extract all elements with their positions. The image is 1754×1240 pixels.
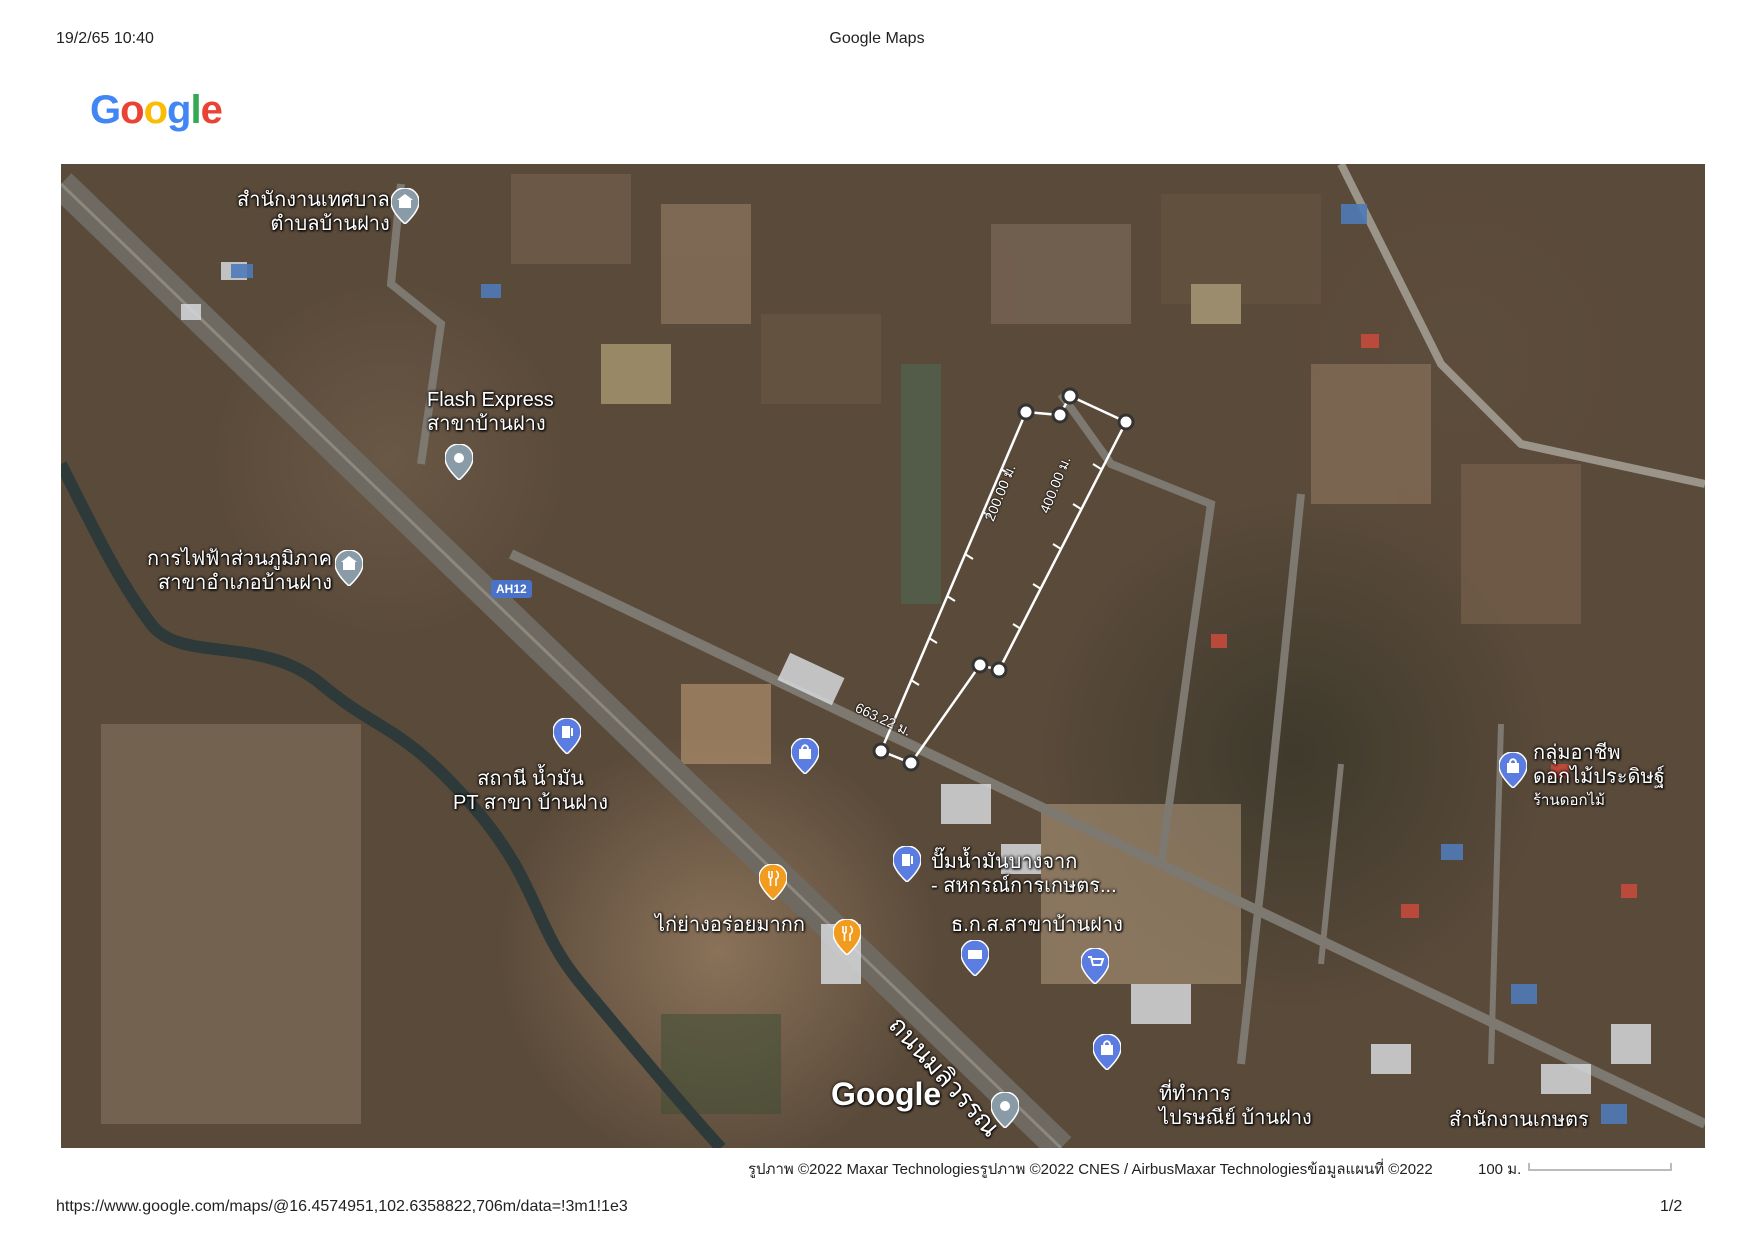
gas-station-pin-icon[interactable] [893, 846, 921, 882]
page-number: 1/2 [1660, 1198, 1683, 1215]
poi-label-agriculture-office[interactable]: สำนักงานเกษตร [1449, 1108, 1589, 1132]
location-pin-icon[interactable] [991, 1092, 1019, 1128]
shopping-pin-icon[interactable] [1093, 1034, 1121, 1070]
poi-label-post-office[interactable]: ที่ทำการ ไปรษณีย์ บ้านฝาง [1159, 1082, 1312, 1130]
poi-label-electricity-authority[interactable]: การไฟฟ้าส่วนภูมิภาค สาขาอำเภอบ้านฝาง [147, 547, 332, 595]
logo-letter: e [200, 88, 223, 132]
map-attribution: รูปภาพ ©2022 Maxar Technologiesรูปภาพ ©2… [748, 1161, 1433, 1178]
poi-label-baac-branch[interactable]: ธ.ก.ส.สาขาบ้านฝาง [951, 913, 1123, 937]
government-pin-icon[interactable] [335, 550, 363, 586]
google-logo: Google [90, 88, 223, 133]
scale-bar [1528, 1163, 1672, 1171]
poi-label-flower-group[interactable]: กลุ่มอาชีพ ดอกไม้ประดิษฐ์ [1533, 741, 1665, 789]
bank-pin-icon[interactable] [961, 940, 989, 976]
restaurant-pin-icon[interactable] [833, 919, 861, 955]
poi-label-flash-express[interactable]: Flash Express สาขาบ้านฝาง [427, 388, 554, 436]
shopping-cart-pin-icon[interactable] [1081, 948, 1109, 984]
print-title: Google Maps [829, 30, 925, 47]
logo-letter: g [167, 88, 191, 132]
map-watermark: Google [831, 1076, 942, 1112]
logo-letter: l [190, 88, 201, 132]
poi-label-pt-gas-station[interactable]: สถานี น้ำมัน PT สาขา บ้านฝาง [453, 767, 608, 815]
poi-label-chicken-restaurant[interactable]: ไก่ย่างอร่อยมากก [655, 913, 805, 937]
scale-label: 100 ม. [1478, 1161, 1522, 1178]
road-shield-ah12: AH12 [491, 580, 532, 598]
poi-sublabel-flower-shop: ร้านดอกไม้ [1533, 792, 1605, 809]
location-pin-icon[interactable] [445, 444, 473, 480]
logo-letter: o [143, 88, 168, 132]
restaurant-pin-icon[interactable] [759, 864, 787, 900]
satellite-map[interactable]: AH12 200.00 ม. 400.00 ม. 663.22 ม. สำนัก… [61, 164, 1705, 1148]
poi-label-municipal-office[interactable]: สำนักงานเทศบาล ตำบลบ้านฝาง [237, 188, 390, 236]
shopping-pin-icon[interactable] [791, 738, 819, 774]
map-graphics [61, 164, 1705, 1148]
logo-letter: G [90, 88, 121, 132]
government-pin-icon[interactable] [391, 188, 419, 224]
print-url: https://www.google.com/maps/@16.4574951,… [56, 1198, 628, 1215]
shopping-pin-icon[interactable] [1499, 752, 1527, 788]
logo-letter: o [120, 88, 144, 132]
gas-station-pin-icon[interactable] [553, 718, 581, 754]
poi-label-bangchak-station[interactable]: ปั๊มน้ำมันบางจาก - สหกรณ์การเกษตร... [931, 850, 1117, 898]
